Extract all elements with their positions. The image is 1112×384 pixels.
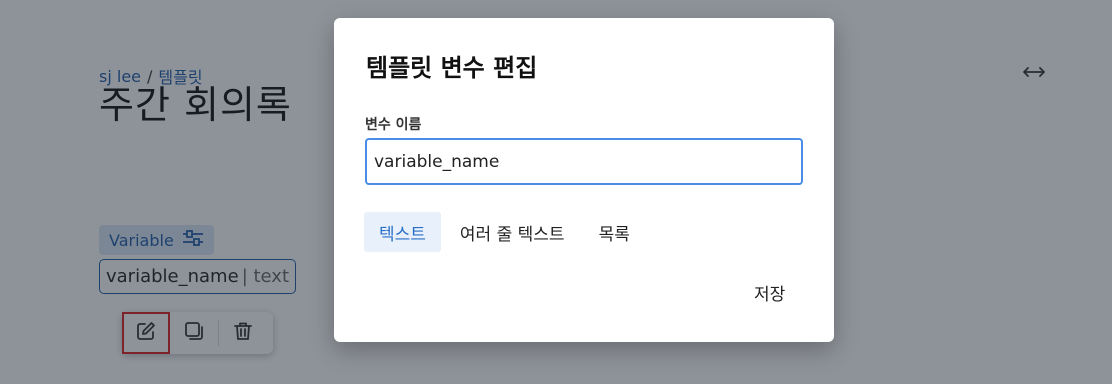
variable-name-input[interactable] bbox=[365, 138, 803, 185]
edit-variable-dialog: 템플릿 변수 편집 변수 이름 텍스트 여러 줄 텍스트 목록 저장 bbox=[334, 18, 834, 342]
save-button[interactable]: 저장 bbox=[740, 276, 799, 308]
tab-multiline-text[interactable]: 여러 줄 텍스트 bbox=[445, 212, 580, 252]
variable-name-label: 변수 이름 bbox=[365, 117, 422, 133]
tab-list[interactable]: 목록 bbox=[584, 212, 645, 252]
variable-type-tabs: 텍스트 여러 줄 텍스트 목록 bbox=[364, 212, 645, 252]
tab-text[interactable]: 텍스트 bbox=[364, 212, 441, 252]
dialog-title: 템플릿 변수 편집 bbox=[366, 54, 538, 82]
